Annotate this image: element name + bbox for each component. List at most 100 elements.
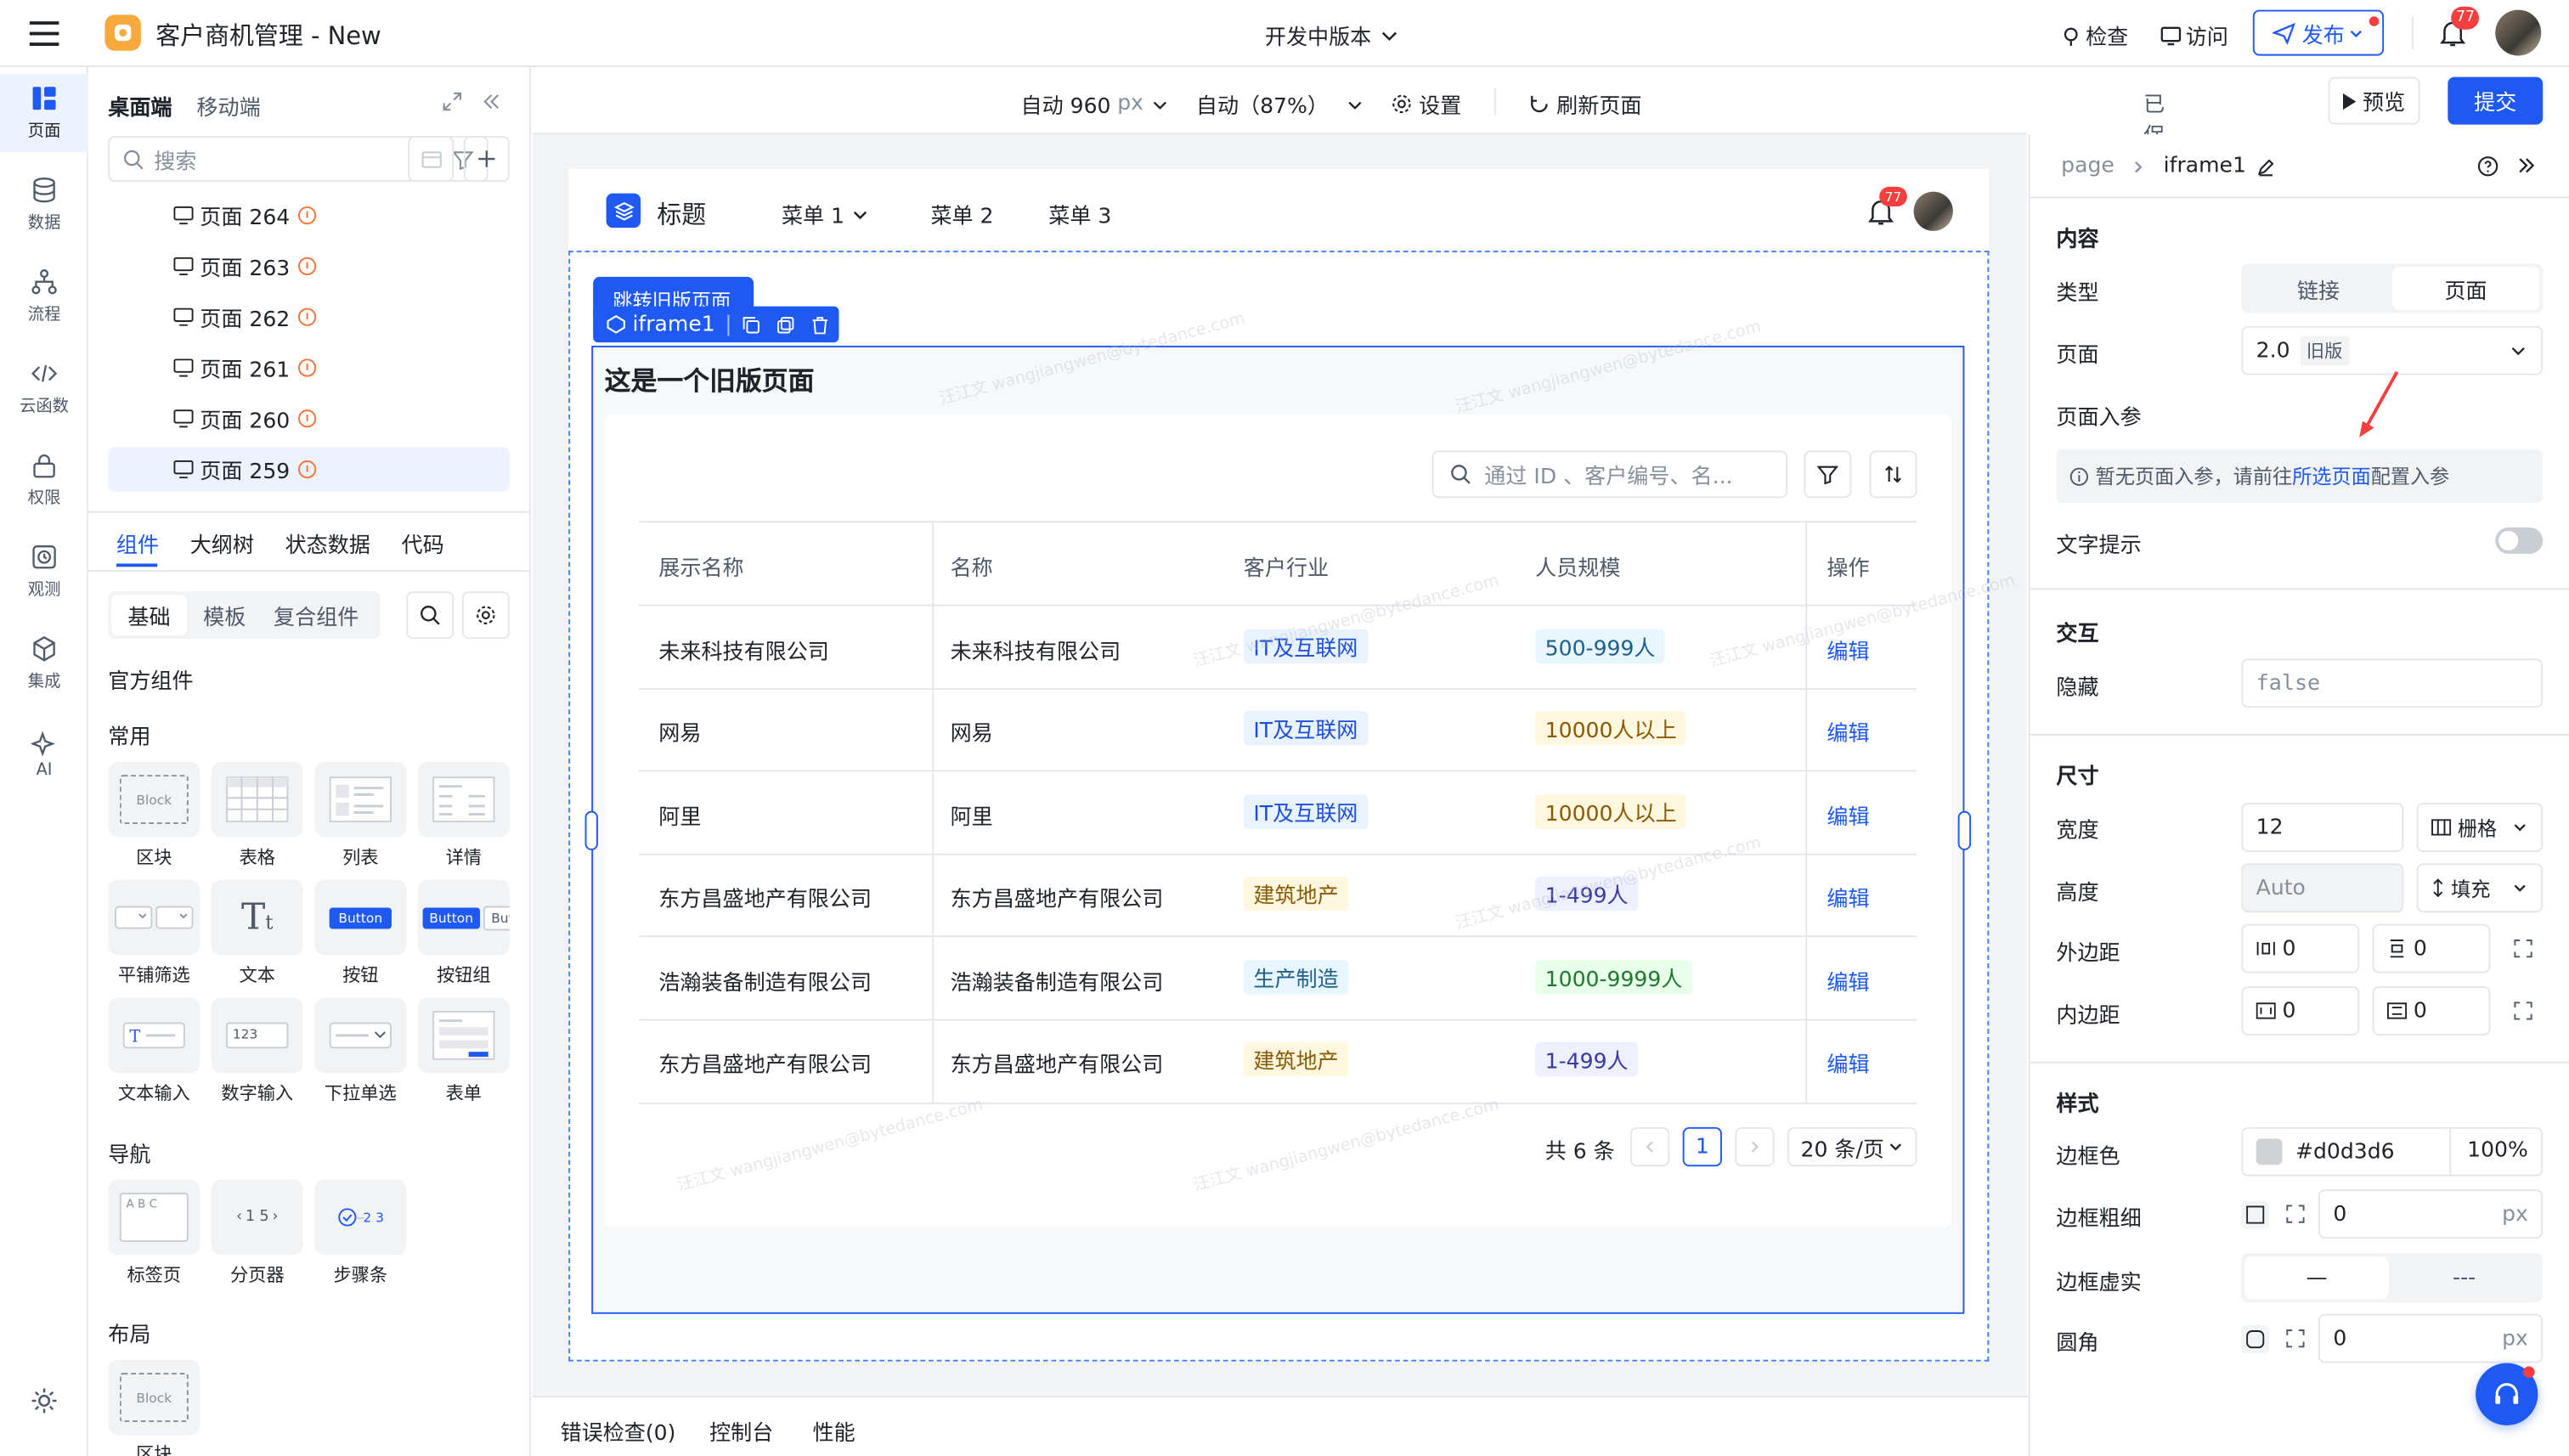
table-sort-button[interactable] — [1869, 450, 1917, 499]
rail-integration[interactable]: 集成 — [0, 624, 88, 703]
expand-icon[interactable] — [443, 92, 462, 111]
rail-ai[interactable]: AI — [0, 716, 88, 795]
edit-link[interactable]: 编辑 — [1827, 716, 1869, 748]
page-tree-item[interactable]: 页面 261 — [108, 346, 510, 390]
settings-gear-icon[interactable] — [30, 1386, 59, 1416]
edit-link[interactable]: 编辑 — [1827, 799, 1869, 831]
resize-handle-left[interactable] — [584, 810, 598, 850]
menu-icon[interactable] — [29, 21, 59, 47]
border-dashed-option[interactable]: --- — [2389, 1256, 2539, 1299]
preview-menu-3[interactable]: 菜单 3 — [1048, 198, 1111, 229]
preview-menu-2[interactable]: 菜单 2 — [930, 198, 993, 229]
page-tree-item[interactable]: 页面 260 — [108, 397, 510, 441]
rail-cloud-function[interactable]: 云函数 — [0, 349, 88, 428]
width-select[interactable]: 自动 960 px — [1021, 88, 1170, 120]
tab-desktop[interactable]: 桌面端 — [108, 90, 172, 121]
help-icon[interactable] — [2477, 155, 2498, 177]
component-search-button[interactable] — [406, 591, 455, 640]
collapse-icon[interactable] — [482, 92, 501, 111]
breadcrumb-root[interactable]: page — [2061, 154, 2114, 178]
publish-button[interactable]: 发布 — [2252, 9, 2385, 56]
edit-pencil-icon[interactable] — [2256, 156, 2276, 176]
duplicate-icon[interactable] — [776, 315, 794, 333]
page-tree-item[interactable]: 页面 264 — [108, 194, 510, 238]
avatar[interactable] — [2495, 9, 2542, 56]
subtab-composite[interactable]: 复合组件 — [263, 595, 370, 635]
prev-page-button[interactable] — [1629, 1126, 1670, 1167]
delete-icon[interactable] — [810, 315, 828, 334]
border-all-button[interactable] — [2241, 1200, 2270, 1229]
version-select[interactable]: 开发中版本 — [1265, 20, 1401, 51]
width-input[interactable]: 12 — [2241, 803, 2404, 852]
preview-menu-1[interactable]: 菜单 1 — [782, 198, 871, 229]
radius-input[interactable]: 0 px — [2318, 1313, 2544, 1363]
visit-button[interactable]: 访问 — [2160, 20, 2228, 51]
tab-state[interactable]: 状态数据 — [285, 528, 370, 559]
tab-outline[interactable]: 大纲树 — [190, 528, 254, 559]
page-template-button[interactable] — [408, 136, 455, 183]
component-detail[interactable] — [417, 761, 510, 838]
type-page-option[interactable]: 页面 — [2391, 267, 2540, 310]
tab-code[interactable]: 代码 — [402, 528, 444, 559]
border-individual-icon[interactable] — [2285, 1205, 2305, 1224]
tab-error-check[interactable]: 错误检查(0) — [561, 1415, 676, 1447]
zoom-select[interactable]: 自动（87%） — [1196, 88, 1364, 120]
padding-expand-icon[interactable] — [2513, 1001, 2532, 1020]
height-mode-select[interactable]: 填充 — [2416, 863, 2544, 913]
component-number-input[interactable]: 123 — [211, 997, 303, 1074]
component-button-group[interactable]: Button Button — [417, 879, 510, 956]
radius-all-button[interactable] — [2241, 1325, 2270, 1354]
radius-individual-icon[interactable] — [2285, 1329, 2305, 1348]
page-tree-item[interactable]: 页面 263 — [108, 244, 510, 288]
component-select[interactable] — [314, 997, 407, 1074]
component-filter[interactable] — [108, 879, 200, 956]
inspect-button[interactable]: 检查 — [2059, 20, 2128, 51]
help-chat-button[interactable] — [2476, 1363, 2538, 1425]
component-layout-block[interactable]: Block — [108, 1359, 200, 1436]
page-number-button[interactable]: 1 — [1682, 1126, 1722, 1167]
table-search-input[interactable]: 通过 ID 、客户编号、名... — [1431, 450, 1788, 499]
copy-icon[interactable] — [742, 315, 759, 333]
component-form[interactable] — [417, 997, 510, 1074]
tab-components[interactable]: 组件 — [116, 528, 159, 559]
resize-handle-right[interactable] — [1957, 810, 1972, 850]
next-page-button[interactable] — [1735, 1126, 1775, 1167]
border-opacity-value[interactable]: 100% — [2448, 1128, 2541, 1175]
submit-button[interactable]: 提交 — [2448, 76, 2544, 125]
color-swatch[interactable] — [2256, 1138, 2283, 1165]
component-table[interactable] — [211, 761, 303, 838]
component-pagination[interactable]: ‹ 1 5 › — [211, 1179, 303, 1256]
rail-permission[interactable]: 权限 — [0, 441, 88, 520]
preview-button[interactable]: 预览 — [2328, 76, 2420, 125]
edit-link[interactable]: 编辑 — [1827, 1047, 1869, 1078]
component-steps[interactable]: 2 3 — [314, 1179, 407, 1256]
add-page-button[interactable] — [463, 136, 510, 183]
tooltip-toggle[interactable] — [2495, 528, 2544, 554]
page-tree-item-selected[interactable]: 页面 259 — [108, 447, 510, 492]
rail-monitor[interactable]: 观测 — [0, 533, 88, 612]
page-size-select[interactable]: 20 条/页 — [1787, 1126, 1917, 1167]
border-color-input[interactable]: #d0d3d6 100% — [2241, 1126, 2544, 1177]
component-button[interactable]: Button — [314, 879, 407, 956]
margin-y-input[interactable]: 0 — [2372, 923, 2491, 973]
hidden-input[interactable]: false — [2241, 658, 2544, 708]
edit-link[interactable]: 编辑 — [1827, 882, 1869, 912]
collapse-right-icon[interactable] — [2516, 155, 2536, 175]
tab-performance[interactable]: 性能 — [813, 1415, 855, 1447]
table-filter-button[interactable] — [1804, 450, 1852, 499]
border-width-input[interactable]: 0 px — [2318, 1189, 2544, 1239]
component-text[interactable]: Tt — [211, 879, 303, 956]
component-settings-button[interactable] — [461, 591, 510, 640]
settings-button[interactable]: 设置 — [1391, 88, 1461, 120]
margin-x-input[interactable]: 0 — [2241, 923, 2360, 973]
rail-page[interactable]: 页面 — [0, 73, 89, 153]
component-list[interactable] — [314, 761, 407, 838]
padding-y-input[interactable]: 0 — [2372, 986, 2491, 1036]
type-link-option[interactable]: 链接 — [2244, 267, 2392, 309]
padding-x-input[interactable]: 0 — [2241, 986, 2360, 1036]
border-solid-option[interactable]: — — [2244, 1256, 2389, 1300]
refresh-button[interactable]: 刷新页面 — [1528, 88, 1641, 120]
rail-flow[interactable]: 流程 — [0, 257, 88, 336]
margin-expand-icon[interactable] — [2513, 939, 2532, 958]
tab-console[interactable]: 控制台 — [709, 1415, 773, 1447]
